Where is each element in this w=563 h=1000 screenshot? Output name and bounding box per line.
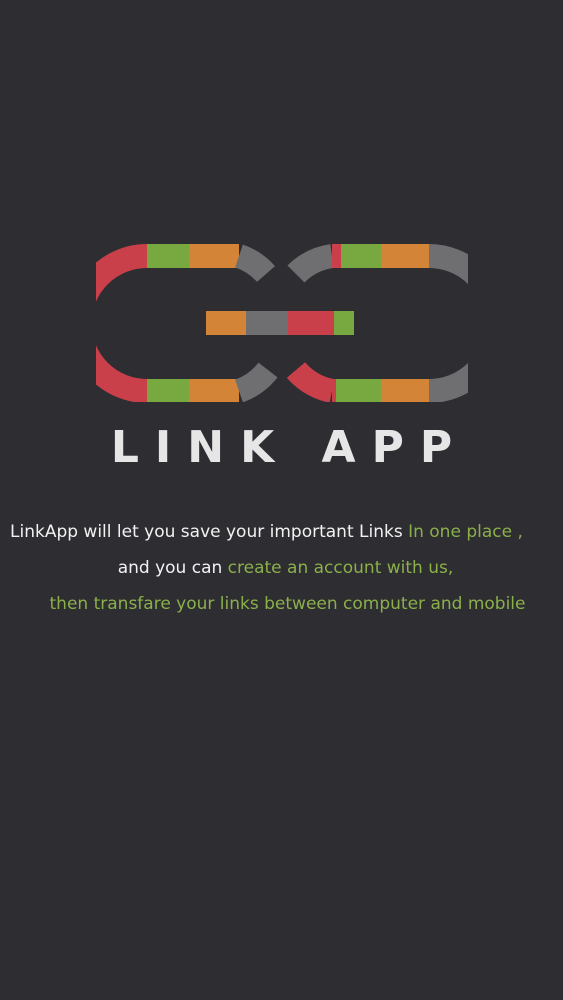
chain-link-icon bbox=[96, 244, 468, 402]
intro-line-3: then transfare your links between comput… bbox=[0, 586, 563, 622]
splash-screen: LINK APP LinkApp will let you save your … bbox=[0, 0, 563, 1000]
intro-text: LinkApp will let you save your important… bbox=[0, 514, 563, 622]
intro-line-1: LinkApp will let you save your important… bbox=[0, 514, 563, 550]
intro-line-1-text: LinkApp will let you save your important… bbox=[10, 522, 409, 542]
intro-line-1-highlight: In one place , bbox=[408, 522, 523, 542]
app-title: LINK APP bbox=[110, 422, 469, 473]
intro-line-3-highlight: then transfare your links between comput… bbox=[49, 594, 526, 614]
intro-line-2-highlight: create an account with us, bbox=[227, 558, 454, 578]
app-logo bbox=[96, 244, 468, 402]
intro-line-2: and you can create an account with us, bbox=[0, 550, 563, 586]
intro-line-2-text: and you can bbox=[117, 558, 228, 578]
